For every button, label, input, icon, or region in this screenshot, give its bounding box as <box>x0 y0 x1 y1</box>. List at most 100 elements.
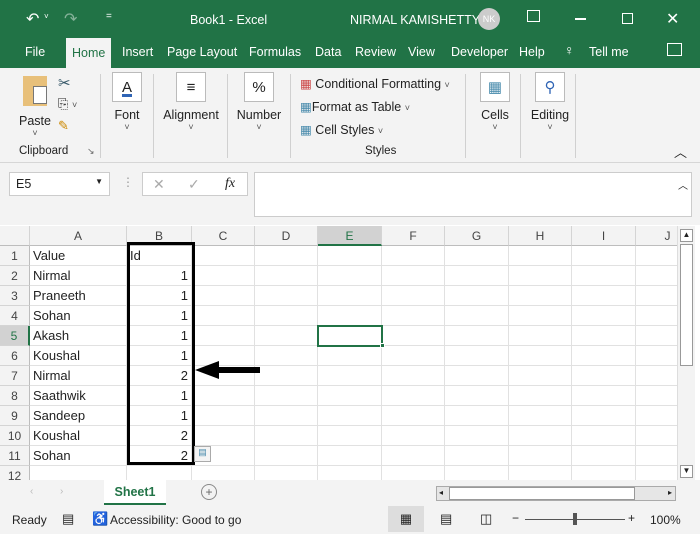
tab-developer[interactable]: Developer <box>451 45 508 59</box>
row-header-8[interactable]: 8 <box>0 386 30 406</box>
cell-E2[interactable] <box>318 266 382 286</box>
zoom-in-button[interactable]: + <box>628 511 635 525</box>
cell-H5[interactable] <box>509 326 572 346</box>
cell-I9[interactable] <box>572 406 636 426</box>
cell-A1[interactable]: Value <box>30 246 127 266</box>
cell-F10[interactable] <box>382 426 445 446</box>
cell-C8[interactable] <box>192 386 255 406</box>
column-header-H[interactable]: H <box>509 226 572 246</box>
cell-D10[interactable] <box>255 426 318 446</box>
scroll-thumb[interactable] <box>680 244 693 366</box>
copy-icon[interactable]: ⎘ ˅ <box>58 96 77 112</box>
cell-I6[interactable] <box>572 346 636 366</box>
close-icon[interactable]: ✕ <box>666 9 679 29</box>
cell-F5[interactable] <box>382 326 445 346</box>
cell-E8[interactable] <box>318 386 382 406</box>
cells-button[interactable]: ▦ Cells ˅ <box>478 72 512 132</box>
cell-H10[interactable] <box>509 426 572 446</box>
fill-handle[interactable] <box>380 343 385 348</box>
minimize-icon[interactable] <box>575 18 586 20</box>
tab-page-layout[interactable]: Page Layout <box>167 45 237 59</box>
cell-J8[interactable] <box>636 386 677 406</box>
cell-C12[interactable] <box>192 466 255 480</box>
sheet-tab-sheet1[interactable]: Sheet1 <box>104 480 166 505</box>
cell-J5[interactable] <box>636 326 677 346</box>
redo-icon[interactable]: ↷ <box>64 9 77 29</box>
cell-F3[interactable] <box>382 286 445 306</box>
add-sheet-icon[interactable]: + <box>201 484 217 500</box>
cell-G8[interactable] <box>445 386 509 406</box>
row-header-10[interactable]: 10 <box>0 426 30 446</box>
cell-J7[interactable] <box>636 366 677 386</box>
cell-F12[interactable] <box>382 466 445 480</box>
prev-sheet-icon[interactable]: ‹ <box>30 486 33 497</box>
zoom-slider-thumb[interactable] <box>573 513 577 525</box>
cell-C4[interactable] <box>192 306 255 326</box>
cell-B12[interactable] <box>127 466 192 480</box>
tab-insert[interactable]: Insert <box>122 45 153 59</box>
cell-A8[interactable]: Saathwik <box>30 386 127 406</box>
horizontal-scrollbar[interactable]: ◂ ▸ <box>436 486 676 501</box>
cell-I5[interactable] <box>572 326 636 346</box>
cell-C1[interactable] <box>192 246 255 266</box>
cell-F9[interactable] <box>382 406 445 426</box>
cell-H2[interactable] <box>509 266 572 286</box>
maximize-icon[interactable] <box>622 13 633 24</box>
alignment-button[interactable]: ≡ Alignment ˅ <box>160 72 222 132</box>
font-button[interactable]: A Font ˅ <box>107 72 147 132</box>
cell-J1[interactable] <box>636 246 677 266</box>
cell-E9[interactable] <box>318 406 382 426</box>
row-header-3[interactable]: 3 <box>0 286 30 306</box>
tell-me-search[interactable]: Tell me <box>589 45 629 59</box>
avatar[interactable]: NK <box>478 8 500 30</box>
cell-C3[interactable] <box>192 286 255 306</box>
cell-D2[interactable] <box>255 266 318 286</box>
cell-A7[interactable]: Nirmal <box>30 366 127 386</box>
cell-E10[interactable] <box>318 426 382 446</box>
scroll-thumb[interactable] <box>449 487 635 500</box>
cell-A10[interactable]: Koushal <box>30 426 127 446</box>
normal-view-icon[interactable]: ▦ <box>388 506 424 532</box>
editing-button[interactable]: ⚲ Editing ˅ <box>528 72 572 132</box>
cell-D5[interactable] <box>255 326 318 346</box>
row-header-4[interactable]: 4 <box>0 306 30 326</box>
cell-H1[interactable] <box>509 246 572 266</box>
cell-A5[interactable]: Akash <box>30 326 127 346</box>
cell-A6[interactable]: Koushal <box>30 346 127 366</box>
column-header-C[interactable]: C <box>192 226 255 246</box>
cell-G12[interactable] <box>445 466 509 480</box>
cell-D6[interactable] <box>255 346 318 366</box>
format-as-table-button[interactable]: ▦Format as Table ˅ <box>300 99 410 114</box>
cell-I1[interactable] <box>572 246 636 266</box>
tab-data[interactable]: Data <box>315 45 341 59</box>
cell-I11[interactable] <box>572 446 636 466</box>
dialog-launcher-icon[interactable]: ↘ <box>87 146 95 157</box>
cut-icon[interactable]: ✂ <box>58 74 71 92</box>
row-header-1[interactable]: 1 <box>0 246 30 266</box>
cell-H7[interactable] <box>509 366 572 386</box>
cell-J12[interactable] <box>636 466 677 480</box>
page-break-view-icon[interactable]: ◫ <box>480 511 492 527</box>
zoom-level[interactable]: 100% <box>650 513 681 527</box>
cell-F1[interactable] <box>382 246 445 266</box>
cancel-icon[interactable]: ✕ <box>153 176 165 193</box>
cell-D4[interactable] <box>255 306 318 326</box>
column-header-J[interactable]: J <box>636 226 677 246</box>
cell-I12[interactable] <box>572 466 636 480</box>
cell-H8[interactable] <box>509 386 572 406</box>
cell-A11[interactable]: Sohan <box>30 446 127 466</box>
cell-I4[interactable] <box>572 306 636 326</box>
cell-styles-button[interactable]: ▦ Cell Styles ˅ <box>300 122 383 137</box>
row-header-11[interactable]: 11 <box>0 446 30 466</box>
cell-E4[interactable] <box>318 306 382 326</box>
cell-D1[interactable] <box>255 246 318 266</box>
formula-input[interactable] <box>254 172 692 217</box>
cell-H11[interactable] <box>509 446 572 466</box>
accessibility-status[interactable]: Accessibility: Good to go <box>110 513 241 527</box>
cell-C9[interactable] <box>192 406 255 426</box>
cell-C10[interactable] <box>192 426 255 446</box>
cell-J11[interactable] <box>636 446 677 466</box>
page-layout-view-icon[interactable]: ▤ <box>440 511 452 527</box>
expand-formula-icon[interactable]: ︿ <box>678 177 688 192</box>
cell-G10[interactable] <box>445 426 509 446</box>
